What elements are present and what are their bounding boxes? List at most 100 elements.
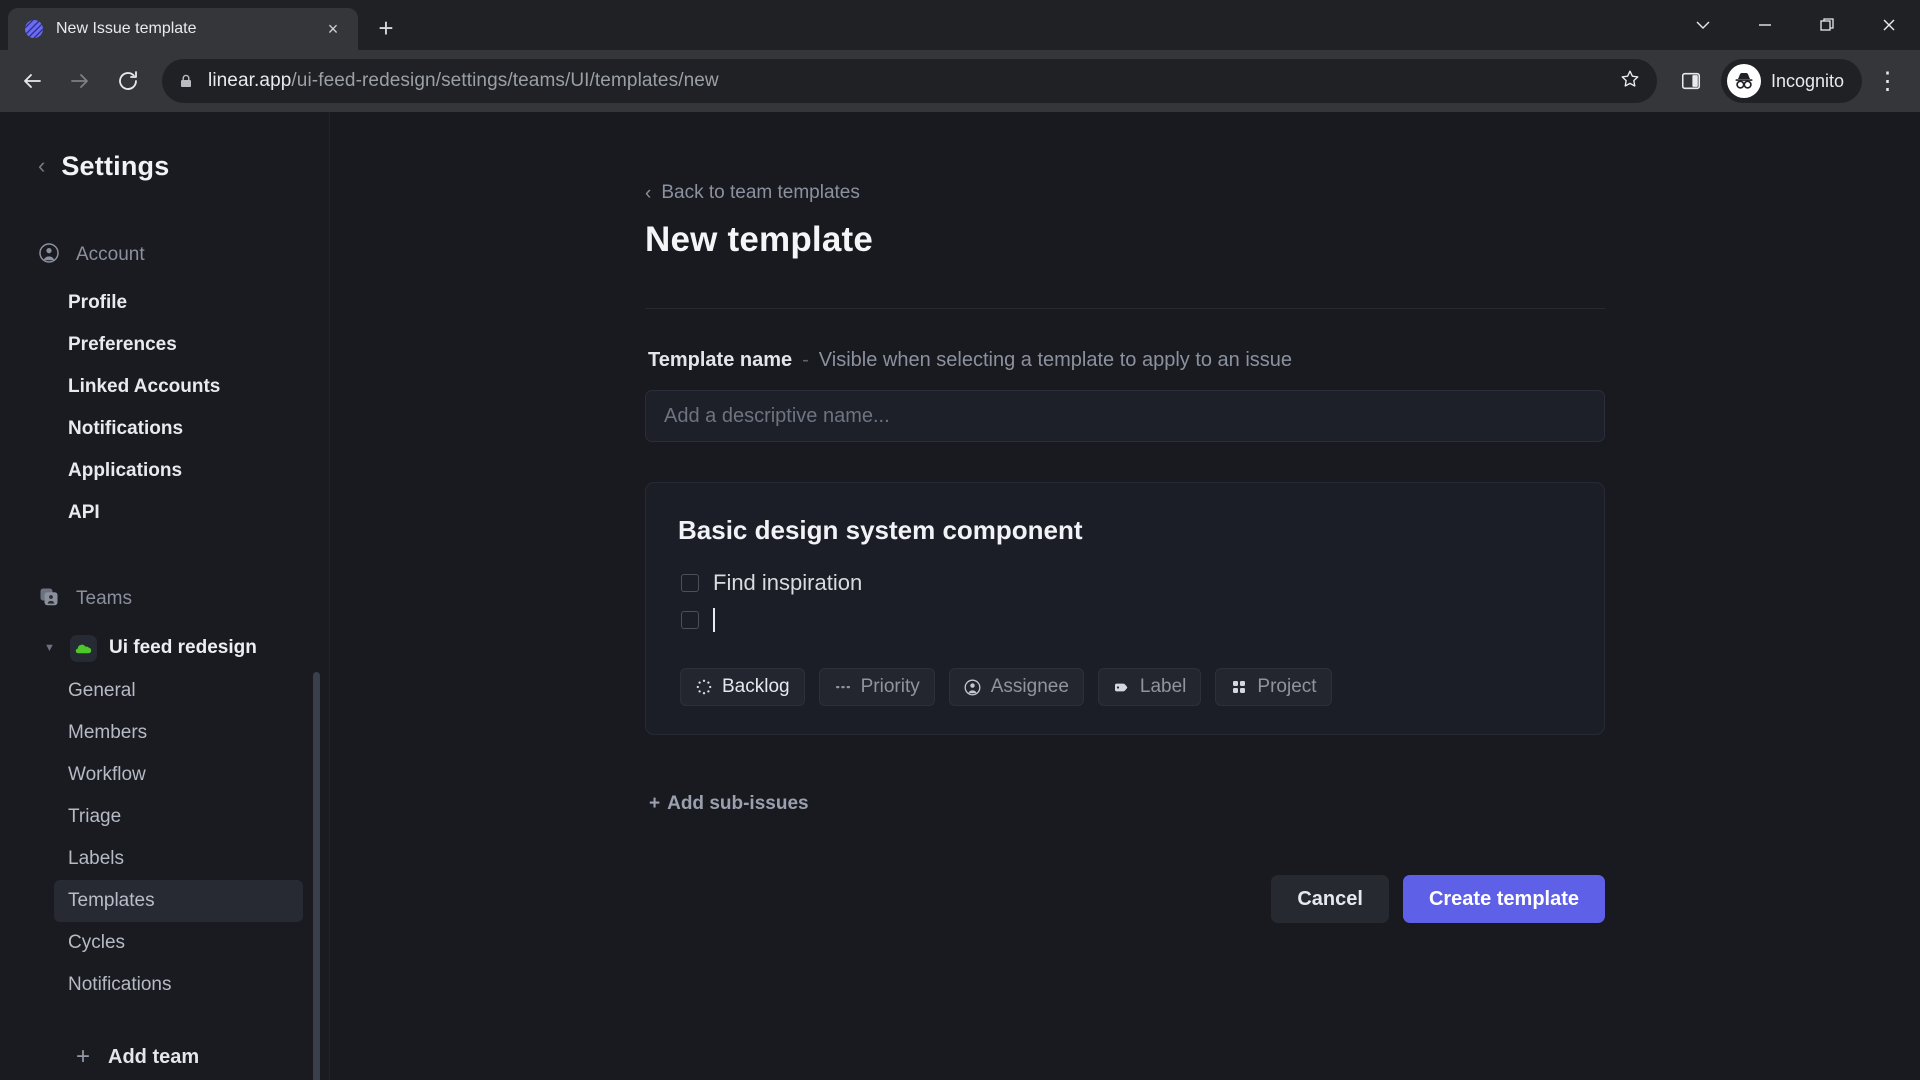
back-icon[interactable] [10, 59, 54, 103]
browser-tab[interactable]: New Issue template × [8, 8, 358, 50]
page-title: New template [645, 220, 874, 259]
tab-strip: New Issue template × + [0, 0, 1920, 50]
sidebar-item-team-notifications[interactable]: Notifications [54, 964, 303, 1006]
sidebar-item-cycles[interactable]: Cycles [54, 922, 303, 964]
add-sub-issues-button[interactable]: + Add sub-issues [645, 793, 809, 815]
sidebar-item-general[interactable]: General [54, 670, 303, 712]
add-team-button[interactable]: + Add team [76, 1036, 303, 1078]
close-window-icon[interactable] [1858, 0, 1920, 50]
checkbox-icon[interactable] [681, 611, 699, 629]
lock-icon [178, 73, 194, 89]
assignee-icon [964, 678, 982, 696]
todo-item[interactable] [678, 608, 1572, 632]
pill-priority[interactable]: Priority [818, 668, 935, 706]
pill-status-label: Backlog [722, 676, 790, 697]
collapse-icon[interactable] [1672, 0, 1734, 50]
sidebar-back-icon[interactable]: ‹ [38, 155, 45, 177]
reload-icon[interactable] [106, 59, 150, 103]
url-path: /ui-feed-redesign/settings/teams/UI/temp… [291, 70, 719, 91]
sidebar-title: Settings [61, 150, 170, 181]
add-sub-issues-label: Add sub-issues [667, 793, 809, 814]
sidebar-item-preferences[interactable]: Preferences [54, 324, 303, 366]
tag-icon [1113, 678, 1131, 696]
pill-assignee[interactable]: Assignee [948, 668, 1084, 706]
template-name-hint: Visible when selecting a template to app… [818, 349, 1293, 371]
checkbox-icon[interactable] [681, 574, 699, 592]
sidebar-group-teams: Teams ▼ Ui feed redesign General Members… [0, 582, 329, 1006]
browser-menu-icon[interactable]: ⋮ [1866, 59, 1910, 103]
priority-dots-icon [834, 678, 852, 696]
issue-title[interactable]: Basic design system component [678, 515, 1572, 546]
green-cloud-icon [70, 634, 97, 662]
sidebar-group-label-account: Account [76, 244, 145, 265]
window-controls [1672, 0, 1920, 50]
url-text: linear.app/ui-feed-redesign/settings/tea… [208, 70, 719, 92]
template-name-label-row: Template name - Visible when selecting a… [648, 349, 1605, 372]
profile-label: Incognito [1770, 70, 1844, 91]
pill-priority-label: Priority [860, 676, 920, 697]
project-grid-icon [1230, 678, 1248, 696]
tab-close-icon[interactable]: × [320, 16, 346, 42]
sidebar-item-notifications[interactable]: Notifications [54, 408, 303, 450]
address-bar[interactable]: linear.app/ui-feed-redesign/settings/tea… [162, 59, 1657, 103]
chevron-down-icon[interactable]: ▼ [44, 642, 58, 654]
settings-sidebar: ‹ Settings Account Profile Preferences L… [0, 112, 330, 1080]
sidebar-group-header-teams: Teams [0, 582, 329, 616]
bookmark-icon[interactable] [1619, 68, 1641, 95]
plus-icon: + [76, 1043, 91, 1070]
todo-label: Find inspiration [713, 570, 863, 595]
sidebar-item-workflow[interactable]: Workflow [54, 754, 303, 796]
divider [645, 308, 1605, 309]
pill-label[interactable]: Label [1097, 668, 1202, 706]
todo-item[interactable]: Find inspiration [678, 570, 1572, 596]
browser-window: New Issue template × + linear.app/ui-fee… [0, 0, 1920, 1080]
sidebar-item-labels[interactable]: Labels [54, 838, 303, 880]
issue-template-card: Basic design system component Find inspi… [645, 482, 1605, 735]
pill-project[interactable]: Project [1215, 668, 1332, 706]
browser-toolbar: linear.app/ui-feed-redesign/settings/tea… [0, 50, 1920, 112]
sidebar-item-linked-accounts[interactable]: Linked Accounts [54, 366, 303, 408]
sidebar-item-triage[interactable]: Triage [54, 796, 303, 838]
dotted-circle-icon [695, 678, 713, 696]
profile-chip[interactable]: Incognito [1720, 59, 1862, 103]
text-cursor [713, 608, 715, 632]
sidebar-item-templates[interactable]: Templates [54, 880, 303, 922]
sidebar-group-header-account: Account [0, 238, 329, 272]
main-content: ‹ Back to team templates New template Te… [330, 112, 1920, 1080]
cancel-button[interactable]: Cancel [1271, 875, 1389, 923]
pill-label-label: Label [1139, 676, 1187, 697]
sidebar-team-name: Ui feed redesign [109, 637, 257, 658]
side-panel-icon[interactable] [1669, 59, 1713, 103]
plus-icon: + [649, 793, 661, 814]
sidebar-team-ui-feed-redesign[interactable]: ▼ Ui feed redesign [34, 626, 303, 670]
maximize-icon[interactable] [1796, 0, 1858, 50]
incognito-icon [1726, 64, 1761, 98]
sidebar-header: ‹ Settings [0, 142, 329, 190]
forward-icon [58, 59, 102, 103]
back-to-team-templates-link[interactable]: ‹ Back to team templates [645, 182, 1605, 204]
user-circle-icon [38, 242, 60, 269]
back-link-label: Back to team templates [661, 182, 860, 203]
sidebar-item-members[interactable]: Members [54, 712, 303, 754]
teams-icon [38, 586, 60, 613]
sidebar-scrollbar[interactable] [313, 672, 320, 1080]
template-name-input[interactable]: Add a descriptive name... [645, 390, 1605, 442]
minimize-icon[interactable] [1734, 0, 1796, 50]
chevron-left-icon: ‹ [645, 182, 652, 204]
sidebar-item-profile[interactable]: Profile [54, 282, 303, 324]
new-tab-button[interactable]: + [368, 10, 404, 46]
sidebar-group-label-teams: Teams [76, 588, 132, 609]
pill-status[interactable]: Backlog [680, 668, 805, 706]
page-body: ‹ Settings Account Profile Preferences L… [0, 112, 1920, 1080]
issue-property-pills: Backlog Priority Assignee Label Project [678, 668, 1572, 706]
create-template-button[interactable]: Create template [1402, 875, 1605, 923]
form-actions: Cancel Create template [645, 875, 1605, 923]
label-dash: - [802, 349, 809, 371]
add-team-label: Add team [108, 1045, 200, 1068]
url-domain: linear.app [208, 70, 292, 91]
sidebar-group-account: Account Profile Preferences Linked Accou… [0, 238, 329, 534]
sidebar-item-applications[interactable]: Applications [54, 450, 303, 492]
template-name-placeholder: Add a descriptive name... [664, 404, 890, 427]
pill-project-label: Project [1257, 676, 1317, 697]
sidebar-item-api[interactable]: API [54, 492, 303, 534]
